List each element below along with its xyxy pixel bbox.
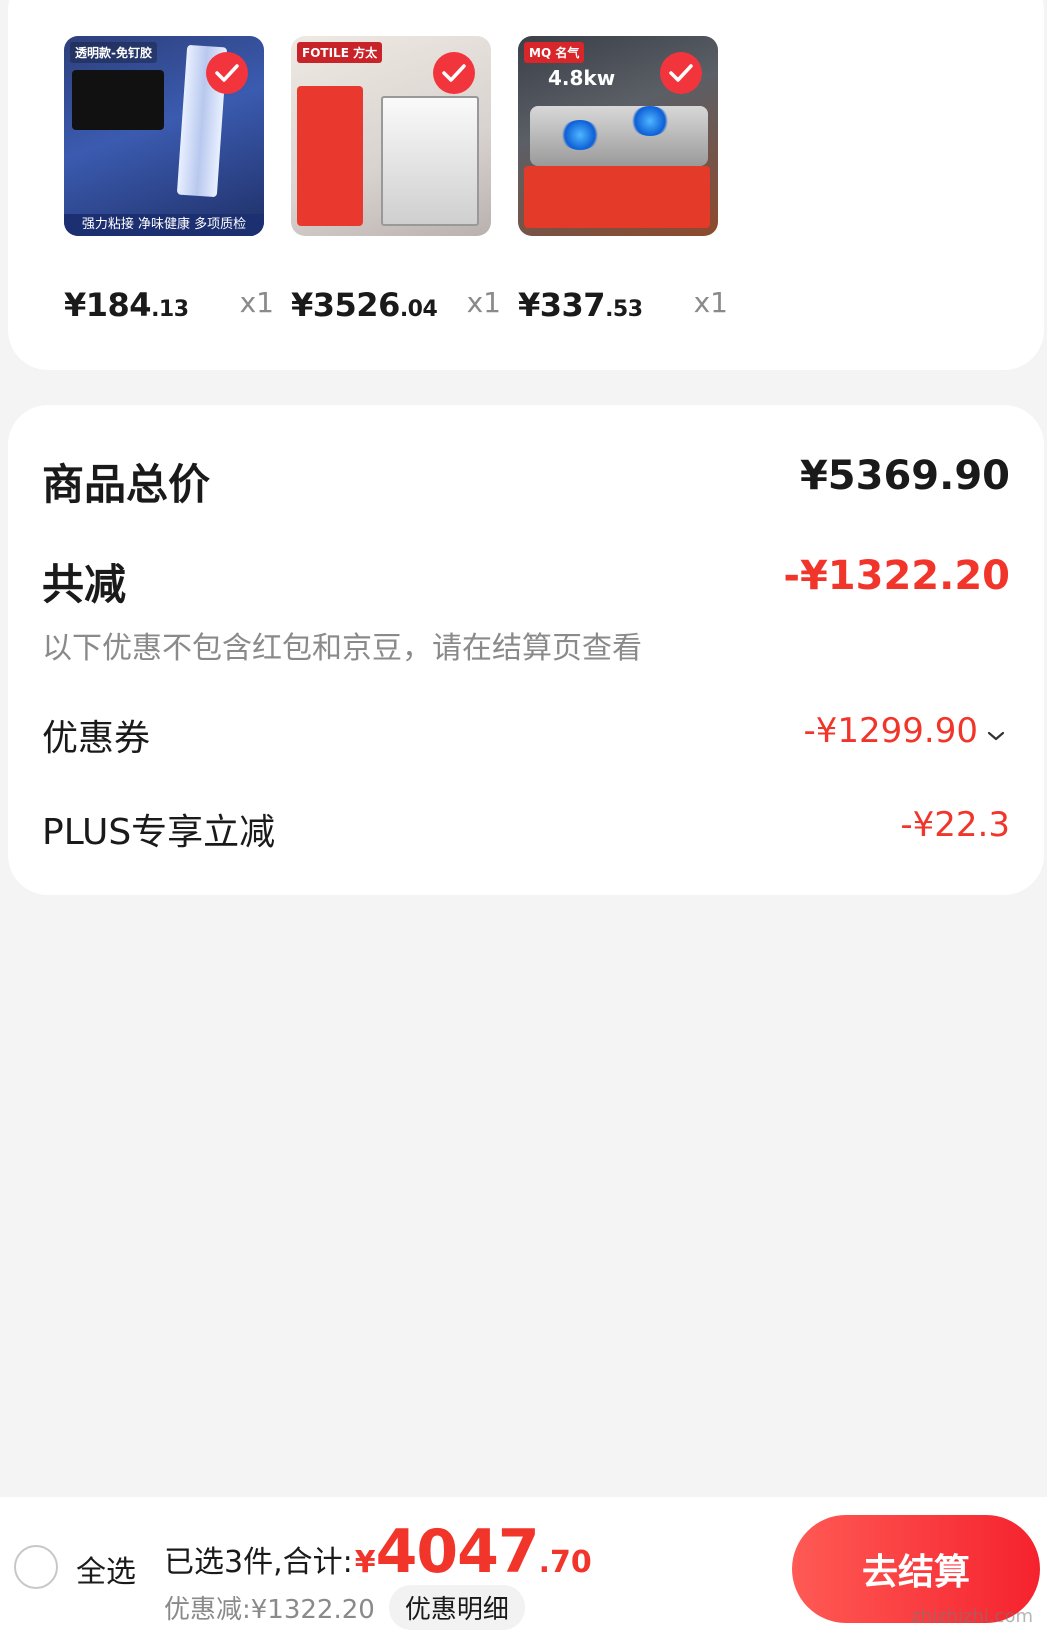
price-integer: ¥3526: [291, 286, 400, 324]
product-promo-panel: [524, 166, 710, 228]
coupon-row-toggle[interactable]: -¥1299.90: [804, 711, 1007, 751]
flame-icon: [630, 106, 670, 136]
watermark: zhizhizhi.com: [911, 1606, 1033, 1627]
thumbnail-footer: 强力粘接 净味健康 多项质检: [64, 214, 264, 236]
product-item[interactable]: 透明款-免钉胶 强力粘接 净味健康 多项质检 ¥184.13 x1: [64, 36, 274, 326]
price-decimal: .04: [399, 297, 438, 322]
product-item[interactable]: FOTILE 方太 ¥3526.04 x1: [291, 36, 501, 326]
total-reduction-label: 共减: [42, 560, 127, 609]
checked-icon[interactable]: [206, 52, 248, 94]
discount-line: 优惠减:¥1322.20 优惠明细: [164, 1585, 525, 1630]
product-thumbnail[interactable]: 透明款-免钉胶 强力粘接 净味健康 多项质检: [64, 36, 264, 236]
selected-total-line: 已选3件,合计: ¥ 4047 .70: [164, 1517, 592, 1587]
plus-discount-label: PLUS专享立减: [42, 812, 276, 853]
product-photo-detail: [72, 70, 164, 130]
thumbnail-tag: 透明款-免钉胶: [70, 42, 157, 63]
checked-icon[interactable]: [433, 52, 475, 94]
price-summary-card: 商品总价 ¥5369.90 共减 -¥1322.20 以下优惠不包含红包和京豆，…: [8, 405, 1044, 895]
product-photo-stove: [530, 106, 708, 166]
price-integer: ¥184: [64, 286, 152, 324]
total-price-label: 商品总价: [42, 460, 211, 509]
grand-total-currency: ¥: [354, 1545, 376, 1580]
product-meta: ¥184.13 x1: [64, 286, 274, 326]
grand-total-decimal: .70: [538, 1545, 592, 1580]
product-quantity: x1: [693, 286, 728, 319]
total-price-value: ¥5369.90: [799, 453, 1010, 499]
product-photo-dishwasher: [381, 96, 479, 226]
product-meta: ¥3526.04 x1: [291, 286, 501, 326]
coupon-value: -¥1299.90: [803, 711, 979, 751]
checkout-bar: 全选 已选3件,合计: ¥ 4047 .70 优惠减:¥1322.20 优惠明细…: [0, 1497, 1047, 1631]
select-all-radio[interactable]: [14, 1545, 58, 1589]
plus-discount-value: -¥22.3: [900, 805, 1010, 845]
discount-detail-button[interactable]: 优惠明细: [388, 1585, 525, 1630]
checked-icon[interactable]: [660, 52, 702, 94]
flame-icon: [560, 120, 600, 150]
price-decimal: .53: [605, 297, 643, 322]
coupon-label: 优惠券: [42, 718, 151, 759]
product-thumbnail[interactable]: MQ 名气 4.8kw: [518, 36, 718, 236]
selected-products-card: 透明款-免钉胶 强力粘接 净味健康 多项质检 ¥184.13 x1 FOTILE…: [8, 0, 1044, 370]
grand-total-integer: 4047: [375, 1517, 540, 1587]
thumbnail-tag: FOTILE 方太: [297, 42, 383, 63]
product-promo-panel: [297, 86, 363, 226]
total-reduction-value: -¥1322.20: [783, 553, 1010, 599]
thumbnail-power-text: 4.8kw: [548, 66, 616, 90]
thumbnail-tag: MQ 名气: [524, 42, 585, 63]
product-price: ¥184.13: [64, 286, 189, 324]
select-all-label[interactable]: 全选: [76, 1547, 136, 1591]
selected-count-text: 已选3件,合计:: [164, 1545, 353, 1580]
product-quantity: x1: [466, 286, 501, 319]
discount-note: 以下优惠不包含红包和京豆，请在结算页查看: [42, 631, 642, 666]
price-integer: ¥337: [518, 286, 606, 324]
product-thumbnail[interactable]: FOTILE 方太: [291, 36, 491, 236]
product-meta: ¥337.53 x1: [518, 286, 728, 326]
product-price: ¥3526.04: [291, 286, 438, 324]
product-quantity: x1: [239, 286, 274, 319]
price-decimal: .13: [151, 297, 189, 322]
product-item[interactable]: MQ 名气 4.8kw ¥337.53 x1: [518, 36, 728, 326]
product-price: ¥337.53: [518, 286, 643, 324]
chevron-down-icon[interactable]: [986, 711, 1006, 751]
discount-amount: 优惠减:¥1322.20: [164, 1595, 375, 1625]
